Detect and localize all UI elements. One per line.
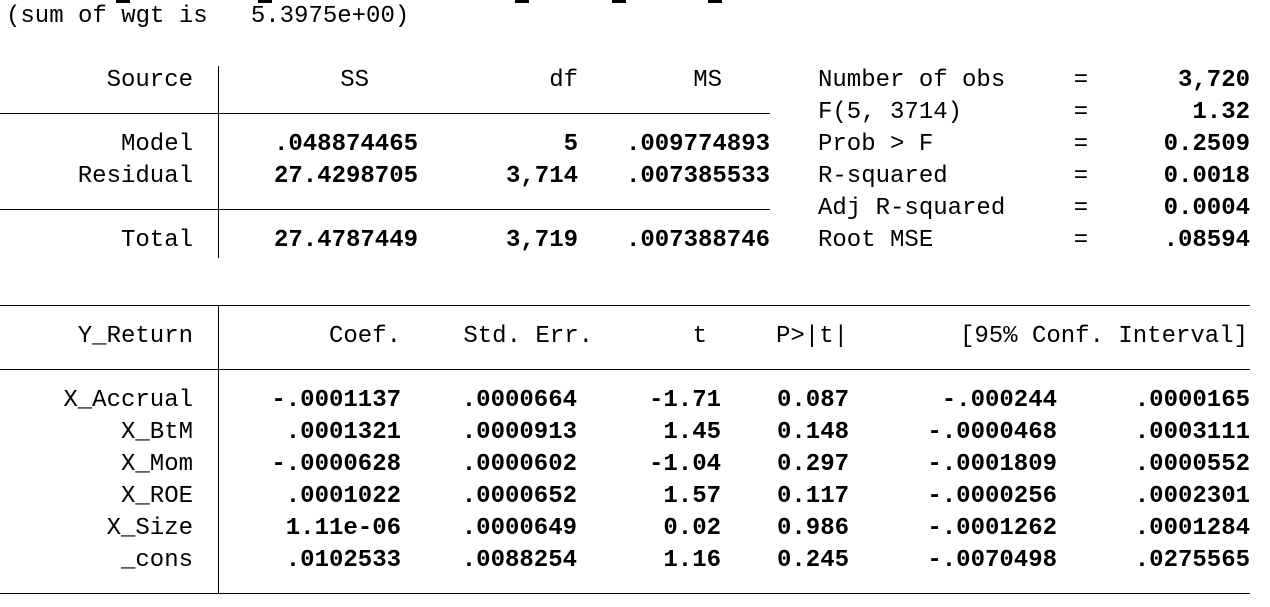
stat-equals: = (1073, 131, 1089, 158)
coef-rule-top (0, 305, 1250, 306)
anova-header-source: Source (106, 67, 193, 94)
anova-row-label: Model (120, 131, 193, 158)
t-value: 1.16 (663, 547, 721, 574)
anova-row-label: Residual (77, 163, 193, 190)
ci-upper-value: .0001284 (1134, 515, 1250, 542)
sum-of-weights-note: (sum of wgt is 5.3975e+00) (6, 3, 410, 30)
coef-rule-bottom (0, 593, 1250, 594)
stat-equals: = (1073, 227, 1089, 254)
ci-upper-value: .0000165 (1134, 387, 1250, 414)
coef-value: 1.11e-06 (285, 515, 401, 542)
stat-label: Number of obs (818, 67, 1006, 94)
anova-df-value: 5 (563, 131, 578, 158)
p-value: 0.148 (776, 419, 849, 446)
stat-equals: = (1073, 67, 1089, 94)
ci-lower-value: -.000244 (941, 387, 1057, 414)
stderr-value: .0000664 (461, 387, 577, 414)
coef-header-depvar: Y_Return (77, 323, 193, 350)
coef-value: -.0001137 (271, 387, 401, 414)
anova-ms-value: .009774893 (625, 131, 770, 158)
anova-rule-middle (0, 209, 770, 210)
stat-value: 0.2509 (1163, 131, 1250, 158)
stderr-value: .0000913 (461, 419, 577, 446)
t-value: 1.57 (663, 483, 721, 510)
p-value: 0.087 (776, 387, 849, 414)
p-value: 0.986 (776, 515, 849, 542)
coef-column-divider (218, 306, 219, 593)
ci-upper-value: .0275565 (1134, 547, 1250, 574)
stat-value: 1.32 (1192, 99, 1250, 126)
stat-label: R-squared (818, 163, 948, 190)
coef-row-variable: X_BtM (120, 419, 193, 446)
anova-ss-value: 27.4298705 (273, 163, 418, 190)
coef-header-p: P>|t| (775, 323, 848, 350)
clipped-text-fragment (515, 0, 529, 3)
coef-row-variable: X_Accrual (63, 387, 193, 414)
t-value: -1.71 (648, 387, 721, 414)
stat-equals: = (1073, 195, 1089, 222)
coef-row-variable: X_ROE (120, 483, 193, 510)
stat-label: F(5, 3714) (818, 99, 963, 126)
coef-row-variable: _cons (120, 547, 193, 574)
stat-value: 0.0018 (1163, 163, 1250, 190)
stat-label: Adj R-squared (818, 195, 1006, 222)
ci-lower-value: -.0001262 (927, 515, 1057, 542)
anova-ms-value: .007385533 (625, 163, 770, 190)
anova-total-ss: 27.4787449 (273, 227, 418, 254)
stderr-value: .0088254 (461, 547, 577, 574)
coef-row-variable: X_Mom (120, 451, 193, 478)
coef-header-t: t (692, 323, 707, 350)
anova-column-divider (218, 66, 219, 258)
stat-value: 0.0004 (1163, 195, 1250, 222)
stat-label: Root MSE (818, 227, 934, 254)
ci-upper-value: .0002301 (1134, 483, 1250, 510)
anova-rule-top (0, 113, 770, 114)
p-value: 0.297 (776, 451, 849, 478)
anova-df-value: 3,714 (505, 163, 578, 190)
t-value: -1.04 (648, 451, 721, 478)
stat-value: .08594 (1163, 227, 1250, 254)
stat-value: 3,720 (1177, 67, 1250, 94)
ci-upper-value: .0003111 (1134, 419, 1250, 446)
ci-lower-value: -.0000256 (927, 483, 1057, 510)
ci-lower-value: -.0001809 (927, 451, 1057, 478)
anova-total-df: 3,719 (505, 227, 578, 254)
anova-total-label: Total (120, 227, 193, 254)
ci-lower-value: -.0070498 (927, 547, 1057, 574)
ci-lower-value: -.0000468 (927, 419, 1057, 446)
coef-value: .0102533 (285, 547, 401, 574)
ci-upper-value: .0000552 (1134, 451, 1250, 478)
anova-total-ms: .007388746 (625, 227, 770, 254)
stat-equals: = (1073, 99, 1089, 126)
t-value: 0.02 (663, 515, 721, 542)
anova-header-df: df (549, 67, 578, 94)
t-value: 1.45 (663, 419, 721, 446)
stderr-value: .0000649 (461, 515, 577, 542)
coef-header-stderr: Std. Err. (463, 323, 593, 350)
clipped-text-fragment (612, 0, 626, 3)
stat-label: Prob > F (818, 131, 934, 158)
coef-rule-header (0, 369, 1250, 370)
coef-value: .0001022 (285, 483, 401, 510)
p-value: 0.117 (776, 483, 849, 510)
p-value: 0.245 (776, 547, 849, 574)
anova-header-ss: SS (340, 67, 369, 94)
stderr-value: .0000652 (461, 483, 577, 510)
coef-value: .0001321 (285, 419, 401, 446)
coef-row-variable: X_Size (106, 515, 193, 542)
coef-header-coef: Coef. (328, 323, 401, 350)
stderr-value: .0000602 (461, 451, 577, 478)
anova-ss-value: .048874465 (273, 131, 418, 158)
coef-header-ci: [95% Conf. Interval] (959, 323, 1248, 350)
clipped-text-fragment (708, 0, 722, 3)
anova-header-ms: MS (693, 67, 722, 94)
stat-equals: = (1073, 163, 1089, 190)
coef-value: -.0000628 (271, 451, 401, 478)
